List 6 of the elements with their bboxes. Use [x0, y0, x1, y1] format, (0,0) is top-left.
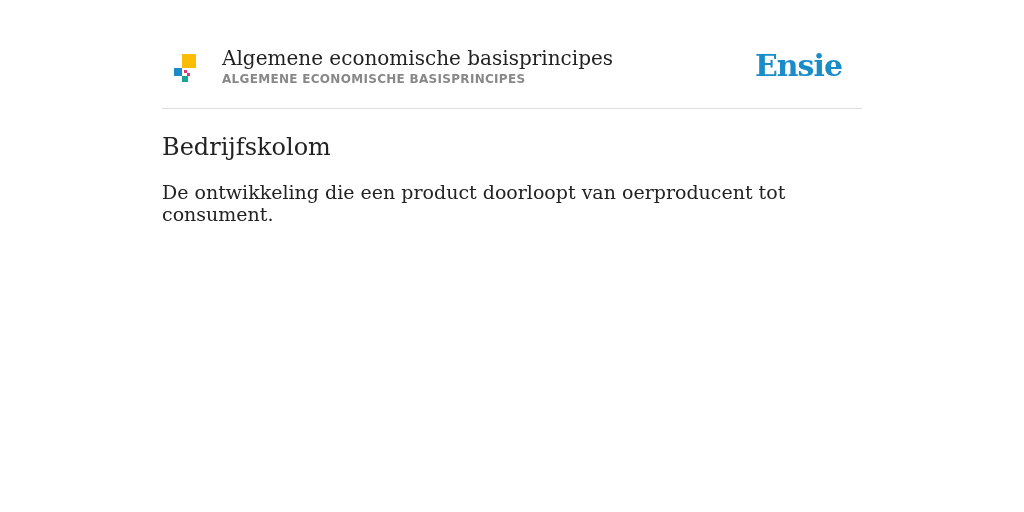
brand-logo-link[interactable]: Ensie — [754, 47, 842, 83]
definition-text: De ontwikkeling die een product doorloopt van oerproducent tot consument. — [162, 181, 787, 225]
collection-title: Algemene economische basisprincipes — [222, 45, 615, 72]
logo-icon — [174, 54, 196, 82]
collection-subtitle: ALGEMENE ECONOMISCHE BASISPRINCIPES — [222, 72, 527, 86]
term-heading: Bedrijfskolom — [162, 133, 332, 161]
